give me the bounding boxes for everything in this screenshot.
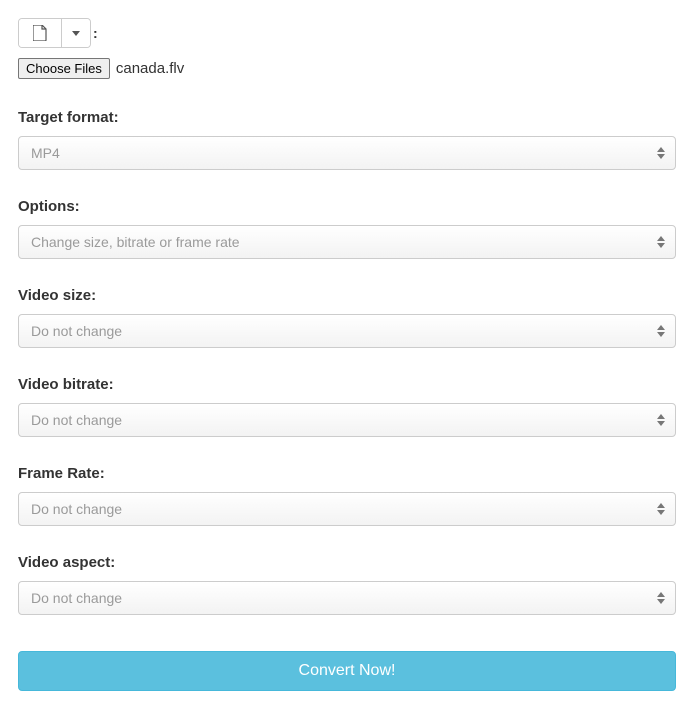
- select-value: Do not change: [31, 323, 122, 339]
- caret-down-icon: [72, 31, 80, 36]
- select-video-aspect[interactable]: Do not change: [18, 581, 676, 615]
- sort-icon: [657, 147, 665, 159]
- label-frame-rate: Frame Rate:: [18, 465, 676, 482]
- new-file-button[interactable]: [19, 19, 62, 47]
- label-target-format: Target format:: [18, 109, 676, 126]
- select-options[interactable]: Change size, bitrate or frame rate: [18, 225, 676, 259]
- select-value: Do not change: [31, 412, 122, 428]
- source-dropdown-button[interactable]: [62, 19, 90, 47]
- convert-button[interactable]: Convert Now!: [18, 651, 676, 691]
- sort-icon: [657, 325, 665, 337]
- label-options: Options:: [18, 198, 676, 215]
- source-row: :: [18, 18, 676, 48]
- choose-files-button[interactable]: Choose Files: [18, 58, 110, 79]
- label-video-bitrate: Video bitrate:: [18, 376, 676, 393]
- field-options: Options: Change size, bitrate or frame r…: [18, 198, 676, 259]
- selected-file-name: canada.flv: [116, 60, 184, 77]
- file-input-row: Choose Files canada.flv: [18, 58, 676, 79]
- label-video-size: Video size:: [18, 287, 676, 304]
- select-video-bitrate[interactable]: Do not change: [18, 403, 676, 437]
- select-frame-rate[interactable]: Do not change: [18, 492, 676, 526]
- select-value: MP4: [31, 145, 60, 161]
- sort-icon: [657, 592, 665, 604]
- select-target-format[interactable]: MP4: [18, 136, 676, 170]
- select-video-size[interactable]: Do not change: [18, 314, 676, 348]
- field-video-aspect: Video aspect: Do not change: [18, 554, 676, 615]
- select-value: Change size, bitrate or frame rate: [31, 234, 240, 250]
- label-video-aspect: Video aspect:: [18, 554, 676, 571]
- sort-icon: [657, 414, 665, 426]
- source-colon: :: [93, 25, 98, 41]
- source-button-group: [18, 18, 91, 48]
- field-frame-rate: Frame Rate: Do not change: [18, 465, 676, 526]
- field-target-format: Target format: MP4: [18, 109, 676, 170]
- select-value: Do not change: [31, 590, 122, 606]
- select-value: Do not change: [31, 501, 122, 517]
- field-video-size: Video size: Do not change: [18, 287, 676, 348]
- sort-icon: [657, 236, 665, 248]
- file-icon: [33, 25, 47, 41]
- sort-icon: [657, 503, 665, 515]
- field-video-bitrate: Video bitrate: Do not change: [18, 376, 676, 437]
